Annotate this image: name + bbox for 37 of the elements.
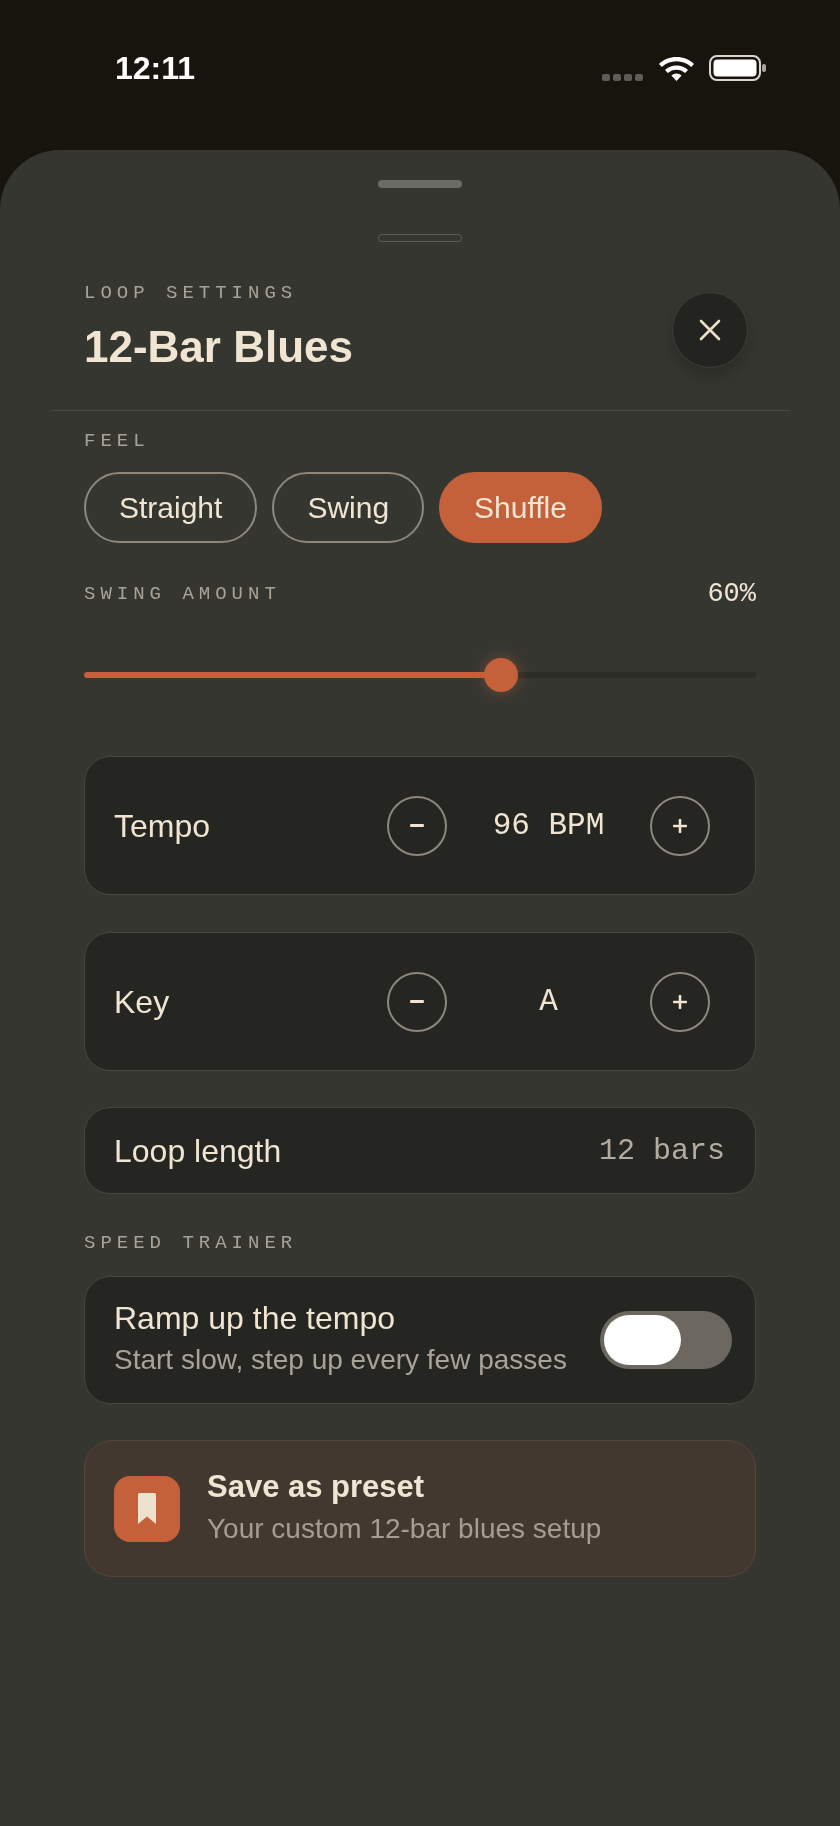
preset-subtitle: Your custom 12-bar blues setup <box>207 1511 602 1546</box>
section-label: SPEED TRAINER <box>84 1231 298 1255</box>
toggle-switch[interactable] <box>600 1311 732 1369</box>
setting-value: 12 bars <box>598 1132 725 1170</box>
sheet-eyebrow: LOOP SETTINGS <box>84 281 298 305</box>
setting-label: Tempo <box>114 806 212 846</box>
stepper-value: 96 BPM <box>491 806 606 845</box>
status-time: 12:11 <box>115 49 196 88</box>
slider-thumb[interactable] <box>483 658 518 692</box>
toggle-title: Ramp up the tempo <box>114 1299 397 1338</box>
section-label: FEEL <box>84 429 150 453</box>
feel-chip[interactable]: Swing <box>272 472 425 543</box>
sheet-title: 12-Bar Blues <box>84 321 353 373</box>
swing-amount-value: 60% <box>707 579 756 609</box>
setting-label: Key <box>114 982 171 1022</box>
section-label: SWING AMOUNT <box>84 582 281 606</box>
plus-icon <box>673 994 687 1009</box>
bookmark-icon <box>114 1475 180 1542</box>
drag-handle[interactable] <box>378 180 462 188</box>
increase-button[interactable] <box>650 795 710 856</box>
decrease-button[interactable] <box>387 795 447 856</box>
toggle-subtitle: Start slow, step up every few passes <box>114 1343 568 1377</box>
setting-card[interactable]: Loop length 12 bars <box>84 1107 756 1194</box>
signal-icon <box>602 74 644 81</box>
close-icon <box>699 319 721 341</box>
decrease-button[interactable] <box>387 971 447 1032</box>
battery-icon <box>709 55 766 81</box>
setting-label: Loop length <box>114 1131 283 1171</box>
preset-title: Save as preset <box>207 1467 426 1506</box>
stepper-value: A <box>538 982 559 1021</box>
wifi-icon <box>659 57 694 81</box>
plus-icon <box>673 818 687 833</box>
feel-chip[interactable]: Straight <box>84 472 258 543</box>
minus-icon <box>410 824 424 827</box>
preset-card[interactable]: Save as preset Your custom 12-bar blues setup <box>84 1440 756 1577</box>
increase-button[interactable] <box>650 971 710 1032</box>
minus-icon <box>410 1000 424 1003</box>
